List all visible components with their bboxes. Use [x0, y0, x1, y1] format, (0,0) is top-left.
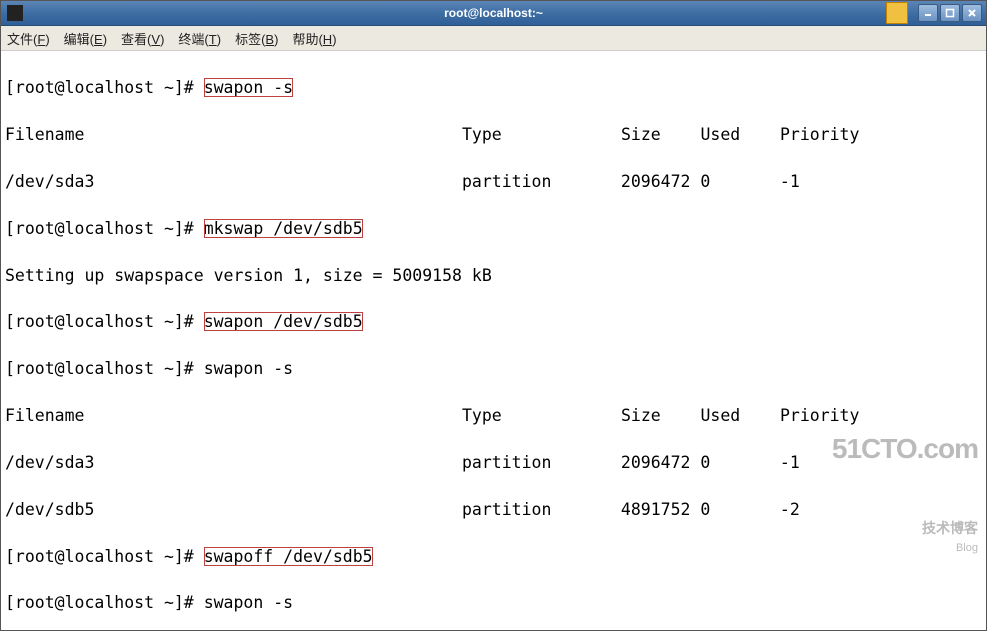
- swap-type: partition: [462, 453, 551, 472]
- terminal-line: /dev/sdb5 partition 4891752 0 -2: [5, 498, 982, 521]
- col-filename: Filename: [5, 125, 84, 144]
- maximize-icon: [945, 8, 955, 18]
- terminal-line: Filename Type Size Used Priority: [5, 123, 982, 146]
- menu-view[interactable]: 查看(V): [121, 29, 164, 48]
- close-icon: [967, 8, 977, 18]
- col-used: Used: [700, 125, 740, 144]
- prompt: [root@localhost ~]#: [5, 78, 204, 97]
- menu-edit[interactable]: 编辑(E): [64, 29, 107, 48]
- terminal-viewport[interactable]: [root@localhost ~]# swapon -s Filename T…: [1, 51, 986, 630]
- swap-used: 0: [700, 500, 710, 519]
- command: swapon -s: [204, 78, 293, 97]
- swap-type: partition: [462, 500, 551, 519]
- col-priority: Priority: [780, 406, 859, 425]
- swap-name: /dev/sda3: [5, 172, 94, 191]
- swap-name: /dev/sdb5: [5, 500, 94, 519]
- close-button[interactable]: [962, 4, 982, 22]
- col-size: Size: [621, 125, 661, 144]
- col-filename: Filename: [5, 406, 84, 425]
- menu-file[interactable]: 文件(F): [7, 29, 50, 48]
- terminal-window: root@localhost:~ 文件(F) 编辑(E) 查看(V) 终端(T)…: [0, 0, 987, 631]
- swap-type: partition: [462, 172, 551, 191]
- command: swapon /dev/sdb5: [204, 312, 363, 331]
- title-bar: root@localhost:~: [1, 1, 986, 26]
- command: swapon -s: [204, 359, 293, 378]
- swap-prio: -1: [780, 172, 800, 191]
- command: swapoff /dev/sdb5: [204, 547, 373, 566]
- prompt: [root@localhost ~]#: [5, 547, 204, 566]
- minimize-icon: [923, 8, 933, 18]
- swap-prio: -2: [780, 500, 800, 519]
- terminal-app-icon: [7, 5, 23, 21]
- menu-help[interactable]: 帮助(H): [292, 29, 336, 48]
- prompt: [root@localhost ~]#: [5, 359, 204, 378]
- tabs-icon: [886, 2, 908, 24]
- prompt: [root@localhost ~]#: [5, 593, 204, 612]
- menu-tabs[interactable]: 标签(B): [235, 29, 278, 48]
- swap-prio: -1: [780, 453, 800, 472]
- terminal-line: Filename Type Size Used Priority: [5, 404, 982, 427]
- terminal-line: [root@localhost ~]# swapon -s: [5, 591, 982, 614]
- swap-size: 4891752: [621, 500, 691, 519]
- watermark-sub: 技术博客: [922, 520, 978, 536]
- prompt: [root@localhost ~]#: [5, 312, 204, 331]
- prompt: [root@localhost ~]#: [5, 219, 204, 238]
- window-title: root@localhost:~: [444, 6, 543, 20]
- menu-bar: 文件(F) 编辑(E) 查看(V) 终端(T) 标签(B) 帮助(H): [1, 26, 986, 51]
- col-used: Used: [700, 406, 740, 425]
- terminal-line: Setting up swapspace version 1, size = 5…: [5, 264, 982, 287]
- swap-size: 2096472: [621, 172, 691, 191]
- col-size: Size: [621, 406, 661, 425]
- col-type: Type: [462, 406, 502, 425]
- command: mkswap /dev/sdb5: [204, 219, 363, 238]
- menu-terminal[interactable]: 终端(T): [178, 29, 221, 48]
- swap-used: 0: [700, 453, 710, 472]
- swap-size: 2096472: [621, 453, 691, 472]
- terminal-line: /dev/sda3 partition 2096472 0 -1: [5, 170, 982, 193]
- terminal-line: [root@localhost ~]# swapon /dev/sdb5: [5, 310, 982, 333]
- minimize-button[interactable]: [918, 4, 938, 22]
- terminal-line: /dev/sda3 partition 2096472 0 -1: [5, 451, 982, 474]
- col-priority: Priority: [780, 125, 859, 144]
- maximize-button[interactable]: [940, 4, 960, 22]
- swap-name: /dev/sda3: [5, 453, 94, 472]
- terminal-line: [root@localhost ~]# swapoff /dev/sdb5: [5, 545, 982, 568]
- col-type: Type: [462, 125, 502, 144]
- terminal-line: [root@localhost ~]# swapon -s: [5, 76, 982, 99]
- output: Setting up swapspace version 1, size = 5…: [5, 266, 492, 285]
- terminal-line: [root@localhost ~]# mkswap /dev/sdb5: [5, 217, 982, 240]
- terminal-line: [root@localhost ~]# swapon -s: [5, 357, 982, 380]
- swap-used: 0: [700, 172, 710, 191]
- command: swapon -s: [204, 593, 293, 612]
